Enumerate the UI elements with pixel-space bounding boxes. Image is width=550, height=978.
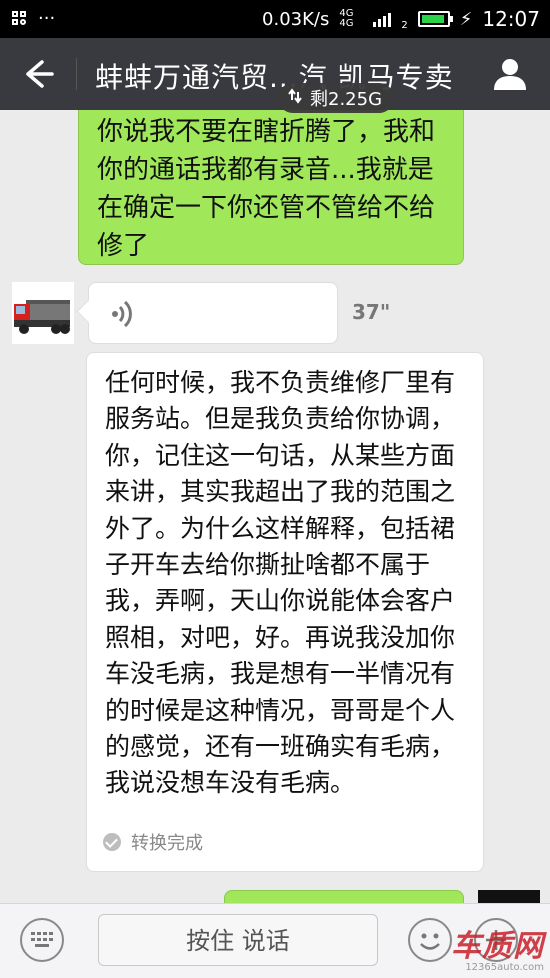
- truck-avatar[interactable]: [12, 282, 74, 344]
- input-bar: 按住 说话 车质网 12365auto.com: [0, 903, 550, 978]
- keyboard-icon[interactable]: [20, 918, 64, 962]
- convert-status: 转换完成: [103, 829, 203, 855]
- voice-wave-icon: [109, 299, 137, 329]
- outgoing-message-partial[interactable]: [224, 890, 464, 903]
- chat-header: 蚌蚌万通汽贸...汽 凯马专卖: [0, 38, 550, 110]
- network-type: 4G 4G: [339, 8, 354, 29]
- chat-area[interactable]: 你说我不要在瞎折腾了，我和你的通话我都有录音...我就是在确定一下你还管不管给不…: [0, 110, 550, 903]
- voice-message[interactable]: [88, 282, 338, 344]
- sync-icon: [286, 87, 304, 110]
- profile-icon[interactable]: [490, 54, 530, 94]
- outgoing-message[interactable]: 你说我不要在瞎折腾了，我和你的通话我都有录音...我就是在确定一下你还管不管给不…: [78, 110, 464, 265]
- watermark-url: 12365auto.com: [465, 962, 544, 973]
- status-time: 12:07: [482, 7, 540, 31]
- message-text: 你说我不要在瞎折腾了，我和你的通话我都有录音...我就是在确定一下你还管不管给不…: [97, 117, 436, 261]
- watermark-logo: 车质网 12365auto.com: [451, 932, 544, 974]
- status-bar: ··· 0.03K/s 4G 4G 2 ⚡ 12:07: [0, 0, 550, 38]
- voice-duration: 37": [352, 300, 391, 324]
- check-icon: [103, 833, 121, 851]
- header-divider: [76, 58, 77, 90]
- traffic-indicator[interactable]: 剩2.25G: [278, 83, 395, 113]
- notification-more: ···: [38, 8, 56, 29]
- net-speed: 0.03K/s: [262, 8, 330, 30]
- convert-status-label: 转换完成: [131, 833, 203, 854]
- grid-icon: [12, 10, 28, 27]
- transcript-text: 任何时候，我不负责维修厂里有服务站。但是我负责给你协调，你，记住这一句话，从某些…: [105, 368, 456, 798]
- watermark-logo-text: 车质网: [451, 929, 544, 964]
- traffic-remaining: 剩2.25G: [310, 89, 383, 110]
- emoji-icon[interactable]: [408, 918, 452, 962]
- sim-label: 2: [401, 20, 408, 31]
- charging-icon: ⚡: [459, 8, 473, 30]
- back-arrow-icon[interactable]: [18, 54, 58, 94]
- signal-icon: [373, 11, 392, 27]
- hold-to-talk-button[interactable]: 按住 说话: [98, 914, 378, 966]
- user-avatar[interactable]: [478, 890, 540, 903]
- voice-transcript[interactable]: 任何时候，我不负责维修厂里有服务站。但是我负责给你协调，你，记住这一句话，从某些…: [86, 352, 484, 872]
- chat-title: 蚌蚌万通汽贸...汽 凯马专卖: [95, 61, 454, 94]
- battery-icon: [417, 11, 453, 27]
